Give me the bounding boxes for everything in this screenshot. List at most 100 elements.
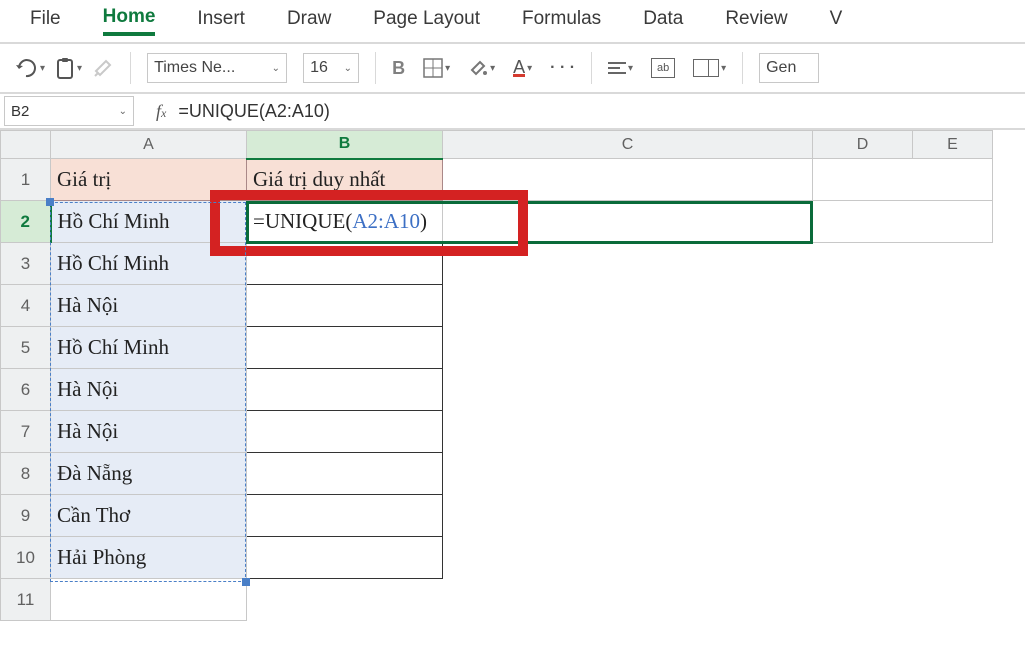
cell-E3[interactable]: [913, 243, 993, 285]
cell-B9[interactable]: [247, 495, 443, 537]
borders-button[interactable]: ▾: [423, 58, 450, 78]
spreadsheet-grid[interactable]: A B C D E 1 Giá trị Giá trị duy nhất 2 H…: [0, 130, 1025, 621]
cell-D3[interactable]: [813, 243, 913, 285]
cell-D4[interactable]: [813, 285, 913, 327]
col-header-A[interactable]: A: [51, 131, 247, 159]
cell-D9[interactable]: [813, 495, 913, 537]
row-header-6[interactable]: 6: [1, 369, 51, 411]
cell-B10[interactable]: [247, 537, 443, 579]
tab-view-truncated[interactable]: V: [830, 8, 843, 34]
cell-A11[interactable]: [51, 579, 247, 621]
cell-C4[interactable]: [443, 285, 813, 327]
col-header-D[interactable]: D: [813, 131, 913, 159]
more-font-options[interactable]: · · ·: [550, 59, 575, 77]
row-header-4[interactable]: 4: [1, 285, 51, 327]
cell-C11[interactable]: [443, 579, 813, 621]
cell-C1[interactable]: [443, 159, 813, 201]
cell-D6[interactable]: [813, 369, 913, 411]
cell-C7[interactable]: [443, 411, 813, 453]
cell-C2[interactable]: [443, 201, 813, 243]
cell-A6[interactable]: Hà Nội: [51, 369, 247, 411]
cell-A2[interactable]: Hồ Chí Minh: [51, 201, 247, 243]
cell-C5[interactable]: [443, 327, 813, 369]
fx-icon[interactable]: fx: [156, 101, 166, 122]
row-header-5[interactable]: 5: [1, 327, 51, 369]
cell-B4[interactable]: [247, 285, 443, 327]
cell-A3[interactable]: Hồ Chí Minh: [51, 243, 247, 285]
cell-C10[interactable]: [443, 537, 813, 579]
wrap-text-button[interactable]: ab: [651, 58, 675, 78]
cell-C8[interactable]: [443, 453, 813, 495]
cell-D5[interactable]: [813, 327, 913, 369]
align-button[interactable]: ▾: [608, 62, 633, 74]
cell-A10[interactable]: Hải Phòng: [51, 537, 247, 579]
cell-C6[interactable]: [443, 369, 813, 411]
row-header-7[interactable]: 7: [1, 411, 51, 453]
cell-D11[interactable]: [813, 579, 913, 621]
cell-B11[interactable]: [247, 579, 443, 621]
cell-E9[interactable]: [913, 495, 993, 537]
tab-review[interactable]: Review: [725, 8, 787, 34]
cell-E11[interactable]: [913, 579, 993, 621]
cell-A4[interactable]: Hà Nội: [51, 285, 247, 327]
col-header-E[interactable]: E: [913, 131, 993, 159]
bold-button[interactable]: B: [392, 58, 405, 79]
cell-D7[interactable]: [813, 411, 913, 453]
font-color-button[interactable]: A ▾: [513, 60, 532, 77]
row-header-11[interactable]: 11: [1, 579, 51, 621]
format-painter-button[interactable]: [92, 57, 114, 79]
cell-E10[interactable]: [913, 537, 993, 579]
name-box[interactable]: B2 ⌄: [4, 96, 134, 126]
font-family-select[interactable]: Times Ne... ⌄: [147, 53, 287, 83]
fill-color-button[interactable]: ▾: [468, 58, 495, 78]
range-handle[interactable]: [46, 198, 54, 206]
cell-E7[interactable]: [913, 411, 993, 453]
cell-A5[interactable]: Hồ Chí Minh: [51, 327, 247, 369]
cell-D10[interactable]: [813, 537, 913, 579]
cell-A1[interactable]: Giá trị: [51, 159, 247, 201]
tab-formulas[interactable]: Formulas: [522, 8, 601, 34]
cell-A8[interactable]: Đà Nẵng: [51, 453, 247, 495]
merge-cells-button[interactable]: ▾: [693, 59, 726, 77]
cell-A7[interactable]: Hà Nội: [51, 411, 247, 453]
cell-D8[interactable]: [813, 453, 913, 495]
cell-E8[interactable]: [913, 453, 993, 495]
font-size-select[interactable]: 16 ⌄: [303, 53, 359, 83]
cell-C9[interactable]: [443, 495, 813, 537]
tab-file[interactable]: File: [30, 8, 61, 34]
cell-E1[interactable]: [913, 159, 993, 201]
cell-E4[interactable]: [913, 285, 993, 327]
cell-B2[interactable]: =UNIQUE(A2:A10): [247, 201, 443, 243]
cell-E5[interactable]: [913, 327, 993, 369]
tab-page-layout[interactable]: Page Layout: [373, 8, 480, 34]
col-header-B[interactable]: B: [247, 131, 443, 159]
row-header-9[interactable]: 9: [1, 495, 51, 537]
range-handle[interactable]: [242, 578, 250, 586]
tab-draw[interactable]: Draw: [287, 8, 331, 34]
formula-bar-input[interactable]: =UNIQUE(A2:A10): [178, 101, 330, 122]
cell-B1[interactable]: Giá trị duy nhất: [247, 159, 443, 201]
cell-E6[interactable]: [913, 369, 993, 411]
cell-B5[interactable]: [247, 327, 443, 369]
undo-button[interactable]: ▾: [14, 58, 45, 78]
cell-A9[interactable]: Cần Thơ: [51, 495, 247, 537]
tab-home[interactable]: Home: [103, 6, 156, 36]
row-header-1[interactable]: 1: [1, 159, 51, 201]
col-header-C[interactable]: C: [443, 131, 813, 159]
number-format-select[interactable]: Gen: [759, 53, 819, 83]
row-header-2[interactable]: 2: [1, 201, 51, 243]
cell-B8[interactable]: [247, 453, 443, 495]
select-all-corner[interactable]: [1, 131, 51, 159]
cell-B3[interactable]: [247, 243, 443, 285]
clipboard-button[interactable]: ▾: [55, 57, 82, 79]
cell-D2[interactable]: [813, 201, 913, 243]
row-header-3[interactable]: 3: [1, 243, 51, 285]
cell-C3[interactable]: [443, 243, 813, 285]
cell-B7[interactable]: [247, 411, 443, 453]
tab-data[interactable]: Data: [643, 8, 683, 34]
cell-E2[interactable]: [913, 201, 993, 243]
cell-B6[interactable]: [247, 369, 443, 411]
tab-insert[interactable]: Insert: [197, 8, 245, 34]
row-header-8[interactable]: 8: [1, 453, 51, 495]
cell-D1[interactable]: [813, 159, 913, 201]
